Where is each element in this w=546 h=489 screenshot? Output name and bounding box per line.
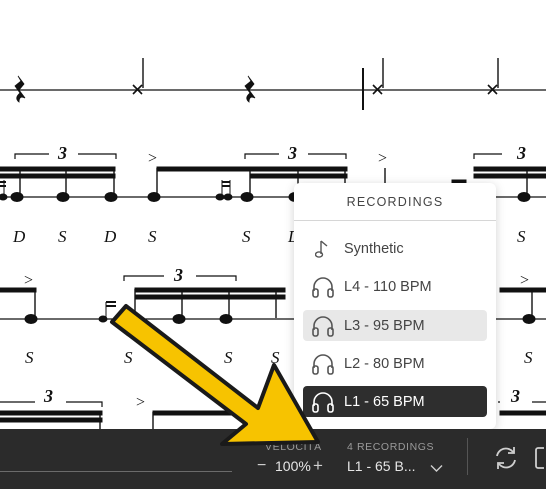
sticking-letter: S bbox=[25, 348, 34, 367]
sticking-letter: S bbox=[124, 348, 133, 367]
recording-item-label: L1 - 65 BPM bbox=[344, 393, 425, 410]
chevron-down-icon[interactable] bbox=[430, 460, 443, 478]
recording-item-l4[interactable]: L4 - 110 BPM bbox=[303, 271, 487, 302]
tuplet-number: 3 bbox=[287, 143, 297, 163]
divider bbox=[294, 220, 496, 221]
accent-mark: > bbox=[520, 272, 529, 289]
recording-selector[interactable]: L1 - 65 B... bbox=[347, 458, 415, 474]
recording-item-l1[interactable]: L1 - 65 BPM bbox=[303, 386, 487, 417]
sticking-letter: S bbox=[58, 227, 67, 246]
recording-item-label: Synthetic bbox=[344, 240, 404, 257]
recordings-popup: RECORDINGS Synthetic L4 - 110 BPM L3 - 9… bbox=[294, 183, 496, 437]
speed-decrease-button[interactable]: − bbox=[257, 457, 266, 475]
quarter-rest bbox=[244, 75, 256, 103]
sticking-letter: S bbox=[224, 348, 233, 367]
recordings-popup-title: RECORDINGS bbox=[346, 195, 444, 209]
tuplet-number: 3 bbox=[57, 143, 67, 163]
sticking-letter: S bbox=[517, 227, 526, 246]
tuplet-number: 3 bbox=[516, 143, 526, 163]
divider bbox=[467, 438, 468, 475]
tuplet-number: 3 bbox=[510, 386, 520, 406]
score-line-1 bbox=[0, 58, 546, 110]
headphones-icon bbox=[311, 314, 335, 338]
speed-value: 100% bbox=[275, 458, 311, 474]
recording-item-synthetic[interactable]: Synthetic bbox=[303, 233, 487, 264]
accent-mark: > bbox=[148, 150, 157, 167]
recording-item-label: L2 - 80 BPM bbox=[344, 355, 425, 372]
tuplet-number: 3 bbox=[173, 265, 183, 285]
sticking-letter: S bbox=[242, 227, 251, 246]
recording-item-l2[interactable]: L2 - 80 BPM bbox=[303, 348, 487, 379]
tuplet-number: 3 bbox=[43, 386, 53, 406]
recording-item-label: L4 - 110 BPM bbox=[344, 278, 432, 295]
synthetic-note-icon bbox=[311, 237, 335, 261]
quarter-rest bbox=[14, 75, 26, 103]
accent-mark: > bbox=[24, 272, 33, 289]
fullscreen-icon[interactable] bbox=[532, 444, 546, 472]
recording-item-label: L3 - 95 BPM bbox=[344, 317, 425, 334]
headphones-icon bbox=[311, 352, 335, 376]
recordings-count-label: 4 RECORDINGS bbox=[347, 441, 435, 453]
speed-increase-button[interactable]: + bbox=[313, 456, 323, 476]
sticking-letter: D bbox=[103, 227, 117, 246]
speed-label: VELOCITÀ bbox=[265, 441, 322, 453]
sticking-letter: S bbox=[271, 348, 280, 367]
sticking-letter: S bbox=[148, 227, 157, 246]
loop-icon[interactable] bbox=[492, 444, 520, 472]
sticking-letter: S bbox=[524, 348, 533, 367]
recording-item-l3[interactable]: L3 - 95 BPM bbox=[303, 310, 487, 341]
sticking-letter: D bbox=[12, 227, 26, 246]
progress-track[interactable] bbox=[0, 471, 232, 472]
headphones-icon bbox=[311, 390, 335, 414]
accent-mark: > bbox=[378, 150, 387, 167]
headphones-icon bbox=[311, 275, 335, 299]
accent-mark: > bbox=[136, 394, 145, 411]
player-bar: VELOCITÀ − 100% + 4 RECORDINGS L1 - 65 B… bbox=[0, 429, 546, 489]
